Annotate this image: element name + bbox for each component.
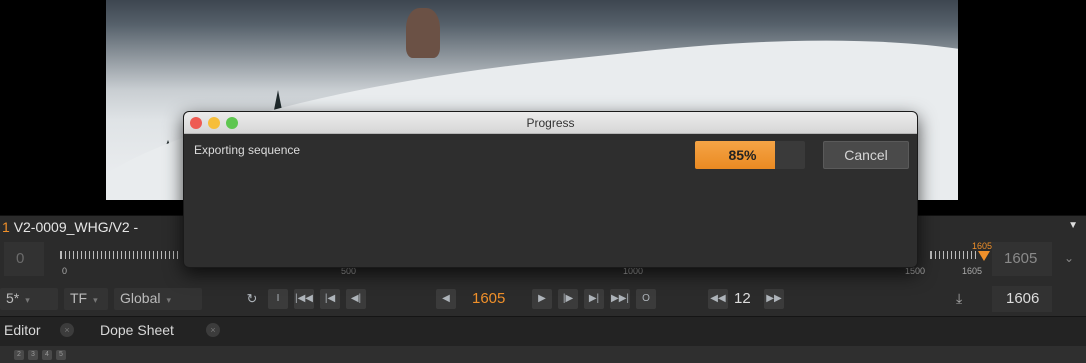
play-backward-button[interactable]: ◀	[436, 289, 456, 309]
out-frame-field[interactable]: 1605	[992, 242, 1052, 276]
playhead-label: 1605	[972, 241, 993, 251]
scope-dropdown[interactable]: Global ▾	[114, 288, 202, 310]
go-to-start-button[interactable]: |◀◀	[294, 289, 314, 309]
go-to-end-button[interactable]: ▶▶|	[610, 289, 630, 309]
app-root: 1 V2-0009_WHG/V2 - ▼ 0 0 500 1000 1500 1…	[0, 0, 1086, 363]
chevron-down-icon: ▾	[25, 295, 30, 305]
close-icon[interactable]: ×	[60, 323, 74, 337]
step-back-button[interactable]: ◀|	[346, 289, 366, 309]
next-keyframe-button[interactable]: ▶|	[584, 289, 604, 309]
play-forward-button[interactable]: ▶	[532, 289, 552, 309]
skier-figure	[406, 8, 440, 58]
tab-editor[interactable]: Editor	[4, 322, 41, 338]
step-increment-field[interactable]: 12	[734, 290, 751, 307]
chevron-down-icon: ▾	[93, 295, 98, 305]
number-button[interactable]: 2	[14, 350, 24, 360]
double-chevron-down-icon[interactable]: ⌄	[1064, 251, 1074, 265]
chevron-down-icon[interactable]: ▼	[1068, 220, 1078, 231]
number-button[interactable]: 3	[28, 350, 38, 360]
out-point-button[interactable]: O	[636, 289, 656, 309]
ruler-label: 1605	[962, 266, 983, 276]
fps-dropdown[interactable]: 5* ▾	[0, 288, 58, 310]
in-point-button[interactable]: I	[268, 289, 288, 309]
chevron-down-icon: ▾	[166, 295, 171, 305]
loop-icon[interactable]: ↻	[242, 289, 262, 309]
ruler-label: 0	[62, 266, 68, 276]
step-forward-button[interactable]: |▶	[558, 289, 578, 309]
ruler-ticks	[60, 251, 180, 259]
number-button[interactable]: 5	[56, 350, 66, 360]
progress-dialog: Progress Exporting sequence 85% Cancel	[183, 111, 918, 268]
cancel-button[interactable]: Cancel	[823, 141, 909, 169]
panel-tabs: Editor × Dope Sheet ×	[0, 316, 1086, 346]
close-icon[interactable]: ×	[206, 323, 220, 337]
scope-label: Global	[120, 290, 161, 306]
tab-dope-sheet[interactable]: Dope Sheet	[100, 322, 174, 338]
current-frame[interactable]: 1605	[472, 290, 505, 307]
progress-percent: 85%	[728, 147, 757, 163]
progress-message: Exporting sequence	[194, 143, 301, 157]
dialog-title: Progress	[526, 116, 575, 130]
in-frame-field[interactable]: 0	[4, 242, 44, 276]
transport-bar: 5* ▾ TF ▾ Global ▾ ↻ I |◀◀ |◀ ◀| ◀ 1605 ▶ |…	[0, 282, 1086, 316]
tf-dropdown[interactable]: TF ▾	[64, 288, 108, 310]
progress-bar: 85%	[695, 141, 805, 169]
fps-value: 5*	[6, 290, 20, 306]
step-forward-increment-button[interactable]: ▶▶	[764, 289, 784, 309]
export-range-icon[interactable]: ⤓	[956, 290, 962, 307]
tf-label: TF	[70, 290, 88, 306]
clip-name: 1 V2-0009_WHG/V2 -	[2, 219, 139, 235]
dialog-titlebar[interactable]: Progress	[184, 112, 917, 134]
ruler-ticks	[930, 251, 978, 259]
toolbar-row: 2 3 4 5	[0, 346, 1086, 363]
step-back-increment-button[interactable]: ◀◀	[708, 289, 728, 309]
playhead-marker[interactable]	[978, 251, 990, 261]
prev-keyframe-button[interactable]: |◀	[320, 289, 340, 309]
end-frame-field[interactable]: 1606	[992, 286, 1052, 312]
number-button[interactable]: 4	[42, 350, 52, 360]
